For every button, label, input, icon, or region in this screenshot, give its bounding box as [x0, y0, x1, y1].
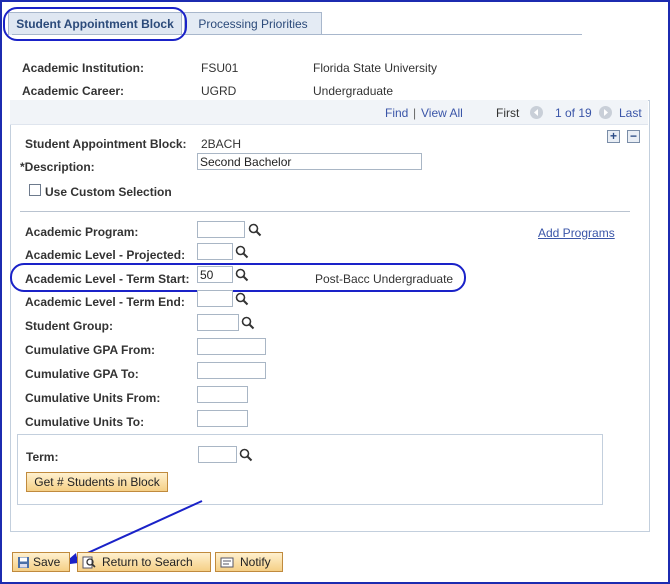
navigation-bar	[10, 100, 648, 125]
add-row-icon[interactable]: +	[607, 130, 620, 143]
search-icon[interactable]	[248, 223, 262, 237]
section-divider	[20, 211, 630, 212]
gpa-from-input[interactable]	[197, 338, 266, 355]
block-label: Student Appointment Block:	[25, 137, 187, 151]
previous-arrow-icon[interactable]	[530, 106, 543, 119]
custom-selection-checkbox[interactable]	[29, 184, 41, 196]
view-all-link[interactable]: View All	[421, 106, 463, 120]
search-icon[interactable]	[235, 292, 249, 306]
annotation-oval-tab	[3, 7, 187, 41]
nav-divider: |	[413, 106, 417, 120]
first-label: First	[496, 106, 520, 120]
level-projected-label: Academic Level - Projected:	[25, 248, 186, 262]
gpa-from-label: Cumulative GPA From:	[25, 343, 156, 357]
find-link[interactable]: Find	[385, 106, 408, 120]
career-label: Academic Career:	[22, 84, 125, 98]
institution-code: FSU01	[201, 61, 239, 75]
add-programs-link[interactable]: Add Programs	[538, 226, 615, 240]
tab-label: Processing Priorities	[198, 17, 308, 31]
level-projected-input[interactable]	[197, 243, 233, 260]
delete-row-icon[interactable]: −	[627, 130, 640, 143]
term-input[interactable]	[198, 446, 237, 463]
save-icon	[18, 557, 29, 568]
notify-label: Notify	[240, 555, 271, 569]
return-to-search-label: Return to Search	[102, 555, 193, 569]
student-group-input[interactable]	[197, 314, 239, 331]
get-students-in-block-button[interactable]: Get # Students in Block	[26, 472, 168, 492]
block-value: 2BACH	[201, 137, 242, 151]
gpa-to-input[interactable]	[197, 362, 266, 379]
units-from-input[interactable]	[197, 386, 248, 403]
description-label: *Description:	[20, 160, 95, 174]
institution-label: Academic Institution:	[22, 61, 145, 75]
row-position: 1 of 19	[555, 106, 592, 120]
custom-selection-label: Use Custom Selection	[45, 185, 172, 199]
save-button[interactable]: Save	[12, 552, 70, 572]
level-term-end-label: Academic Level - Term End:	[25, 295, 185, 309]
career-code: UGRD	[201, 84, 237, 98]
program-input[interactable]	[197, 221, 245, 238]
search-icon[interactable]	[235, 245, 249, 259]
search-icon[interactable]	[239, 448, 253, 462]
units-to-input[interactable]	[197, 410, 248, 427]
return-to-search-button[interactable]: Return to Search	[77, 552, 211, 572]
institution-name: Florida State University	[313, 61, 438, 75]
last-link[interactable]: Last	[619, 106, 642, 120]
annotation-oval-term-start	[10, 263, 466, 292]
return-search-icon	[82, 556, 96, 569]
next-arrow-icon[interactable]	[599, 106, 612, 119]
notify-icon	[220, 557, 234, 568]
units-from-label: Cumulative Units From:	[25, 391, 161, 405]
gpa-to-label: Cumulative GPA To:	[25, 367, 139, 381]
tab-processing-priorities[interactable]: Processing Priorities	[184, 12, 322, 35]
career-name: Undergraduate	[313, 84, 394, 98]
description-input[interactable]: Second Bachelor	[197, 153, 422, 170]
term-label: Term:	[26, 450, 59, 464]
save-label: Save	[33, 555, 61, 569]
student-group-label: Student Group:	[25, 319, 113, 333]
search-icon[interactable]	[241, 316, 255, 330]
units-to-label: Cumulative Units To:	[25, 415, 145, 429]
notify-button[interactable]: Notify	[215, 552, 283, 572]
level-term-end-input[interactable]	[197, 290, 233, 307]
program-label: Academic Program:	[25, 225, 139, 239]
